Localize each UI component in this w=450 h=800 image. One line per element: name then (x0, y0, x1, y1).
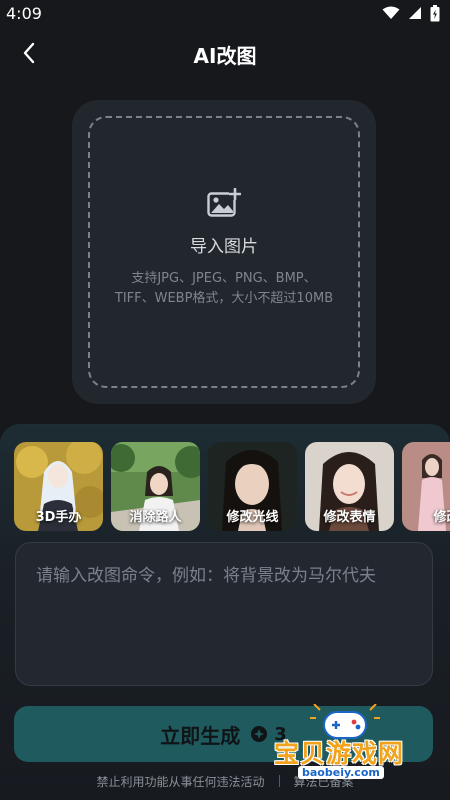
app-bar: AI改图 (0, 28, 450, 80)
preset-change-expression[interactable]: 修改表情 (305, 442, 394, 531)
add-image-icon (207, 188, 241, 217)
prompt-box (15, 542, 433, 686)
preset-label: 修改光线 (226, 510, 279, 525)
generate-label: 立即生成 (160, 723, 241, 748)
preset-label: 修改 (433, 510, 450, 525)
preset-label: 修改表情 (323, 510, 376, 525)
upload-title: 导入图片 (190, 237, 258, 257)
preset-3d-figure[interactable]: 3D手办 (14, 442, 103, 531)
preset-label: 消除路人 (129, 510, 182, 525)
status-bar: 4:09 (0, 0, 450, 26)
watermark: 宝贝游戏网 baobeiy.com (272, 704, 442, 784)
chevron-left-icon (23, 42, 35, 64)
battery-icon (430, 4, 440, 21)
upload-format-hint: 支持JPG、JPEG、PNG、BMP、TIFF、WEBP格式，大小不超过10MB (114, 271, 334, 306)
status-icons (382, 4, 440, 22)
coin-icon (251, 726, 268, 742)
import-image-dropzone[interactable]: 导入图片 支持JPG、JPEG、PNG、BMP、TIFF、WEBP格式，大小不超… (88, 116, 360, 388)
watermark-name: 宝贝游戏网 (274, 739, 405, 768)
page-title: AI改图 (193, 43, 257, 68)
preset-list: 3D手办 消除路人 修改光线 修改表情 修 (14, 442, 450, 532)
back-button[interactable] (14, 38, 44, 68)
preset-change-lighting[interactable]: 修改光线 (208, 442, 297, 531)
preset-change-more[interactable]: 修改 (402, 442, 450, 531)
signal-icon (409, 7, 421, 19)
edit-command-input[interactable] (16, 543, 432, 685)
preset-label: 3D手办 (35, 510, 82, 525)
wifi-icon (382, 6, 400, 19)
watermark-url: baobeiy.com (298, 766, 384, 779)
preset-remove-people[interactable]: 消除路人 (111, 442, 200, 531)
status-time: 4:09 (6, 3, 42, 23)
legal-notice: 禁止利用功能从事任何违法活动 (96, 774, 265, 789)
upload-card: 导入图片 支持JPG、JPEG、PNG、BMP、TIFF、WEBP格式，大小不超… (72, 100, 376, 404)
